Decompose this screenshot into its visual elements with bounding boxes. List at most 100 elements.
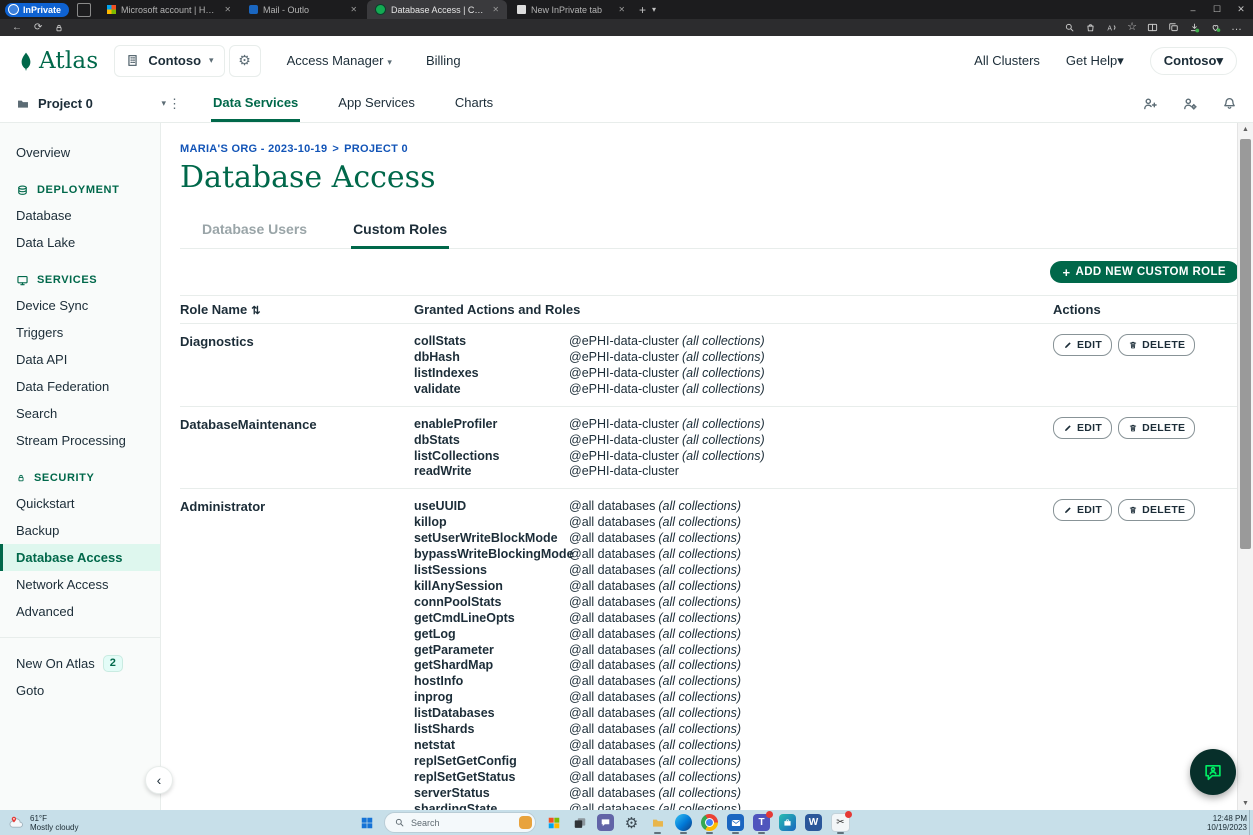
lock-icon [16,473,26,483]
outlook-icon[interactable] [727,814,744,831]
header-link-access-manager[interactable]: Access Manager▾ [287,53,392,68]
sidebar-item-overview[interactable]: Overview [0,139,160,166]
teams-icon[interactable]: T [753,814,770,831]
sidebar-item-data-lake[interactable]: Data Lake [0,229,160,256]
invite-user-icon[interactable] [1142,96,1158,112]
tab-search-caret-icon[interactable]: ▾ [652,5,656,14]
grant-scope: (all collections) [658,770,741,786]
project-menu-icon[interactable]: ⋮ [168,96,181,112]
delete-button[interactable]: DELETE [1118,417,1195,439]
sidebar-item-backup[interactable]: Backup [0,517,160,544]
grant-line: connPoolStats@all databases(all collecti… [414,595,1053,611]
header-link-get-help[interactable]: Get Help▾ [1066,53,1124,69]
sidebar-collapse-button[interactable]: ‹ [145,766,173,794]
edit-button[interactable]: EDIT [1053,334,1112,356]
nav-tab-charts[interactable]: Charts [453,85,495,122]
support-chat-button[interactable] [1190,749,1236,795]
sidebar-item-triggers[interactable]: Triggers [0,319,160,346]
favorites-icon[interactable]: ☆ [1127,22,1137,33]
project-selector[interactable]: Project 0 ▾ [16,96,166,111]
read-aloud-icon[interactable]: A [1106,22,1117,33]
atlas-logo[interactable]: Atlas [16,48,98,74]
browser-tab[interactable]: Database Access | Cloud: Mong✕ [367,0,507,19]
tab-close-icon[interactable]: ✕ [490,5,501,14]
user-settings-icon[interactable] [1182,96,1198,112]
taskbar-search[interactable]: Search [384,812,536,833]
browser-tab[interactable]: Microsoft account | Home✕ [99,0,239,19]
scroll-down-icon[interactable]: ▼ [1238,800,1253,807]
snip-icon[interactable]: ✂ [831,813,850,832]
task-view-icon[interactable] [571,814,588,831]
downloads-icon[interactable] [1189,22,1200,33]
header-link-billing[interactable]: Billing [426,53,461,68]
delete-button[interactable]: DELETE [1118,499,1195,521]
edge-icon[interactable] [675,814,692,831]
site-lock-icon[interactable] [54,23,64,33]
back-icon[interactable]: ← [12,22,22,33]
tab-groups-icon[interactable] [77,3,91,17]
sidebar-item-quickstart[interactable]: Quickstart [0,490,160,517]
sidebar-item-advanced[interactable]: Advanced [0,598,160,625]
scroll-up-icon[interactable]: ▲ [1238,126,1253,133]
browser-tab[interactable]: Mail - Outlo✕ [241,0,365,19]
close-button[interactable]: ✕ [1229,4,1253,15]
nav-tab-data-services[interactable]: Data Services [211,85,300,122]
sidebar-item-search[interactable]: Search [0,400,160,427]
header-link-all-clusters[interactable]: All Clusters [974,53,1040,68]
start-button[interactable] [358,814,375,831]
chat-icon[interactable] [597,814,614,831]
notification-badge [766,811,773,818]
tab-close-icon[interactable]: ✕ [348,5,359,14]
store-icon[interactable] [779,814,796,831]
sidebar-item-goto[interactable]: Goto [0,677,160,704]
maximize-button[interactable]: ☐ [1205,4,1229,15]
sidebar-item-stream-processing[interactable]: Stream Processing [0,427,160,454]
sidebar-item-data-federation[interactable]: Data Federation [0,373,160,400]
add-new-custom-role-button[interactable]: + ADD NEW CUSTOM ROLE [1050,261,1240,283]
page-scrollbar[interactable]: ▲ ▼ [1237,123,1253,810]
collections-icon[interactable] [1168,22,1179,33]
browser-essentials-icon[interactable] [1210,22,1221,33]
tab-custom-roles[interactable]: Custom Roles [351,215,449,249]
widgets-icon[interactable] [545,814,562,831]
sidebar-item-device-sync[interactable]: Device Sync [0,292,160,319]
sidebar-item-database[interactable]: Database [0,202,160,229]
minimize-button[interactable]: – [1181,5,1205,15]
show-desktop-button[interactable] [1249,810,1253,835]
breadcrumb-link[interactable]: PROJECT 0 [344,143,408,155]
new-tab-button[interactable]: + [639,3,646,17]
taskbar-clock[interactable]: 12:48 PM 10/19/2023 [1207,814,1247,832]
refresh-icon[interactable]: ⟳ [34,22,42,33]
header-link-contoso[interactable]: Contoso▾ [1150,47,1237,75]
file-explorer-icon[interactable] [649,814,666,831]
tab-close-icon[interactable]: ✕ [616,5,627,14]
sidebar-item-database-access[interactable]: Database Access [0,544,160,571]
edit-button[interactable]: EDIT [1053,499,1112,521]
role-row-diagnostics: DiagnosticscollStats@ePHI-data-cluster(a… [180,324,1239,407]
taskbar-weather-widget[interactable]: 61°F Mostly cloudy [8,814,78,832]
tab-close-icon[interactable]: ✕ [222,5,233,14]
shopping-icon[interactable] [1085,22,1096,33]
settings-icon[interactable]: ⚙ [623,814,640,831]
sidebar-item-new-on-atlas[interactable]: New On Atlas2 [0,650,160,677]
tab-database-users[interactable]: Database Users [200,215,309,249]
inprivate-badge[interactable]: InPrivate [5,3,69,17]
delete-button[interactable]: DELETE [1118,334,1195,356]
notifications-icon[interactable] [1222,96,1237,111]
column-role-name[interactable]: Role Name⇅ [180,302,414,317]
zoom-in-icon[interactable] [1064,22,1075,33]
word-icon[interactable]: W [805,814,822,831]
sidebar-item-data-api[interactable]: Data API [0,346,160,373]
sort-icon: ⇅ [251,305,260,317]
org-settings-button[interactable]: ⚙ [229,45,261,77]
settings-more-icon[interactable]: … [1231,22,1243,33]
nav-tab-app-services[interactable]: App Services [336,85,417,122]
scrollbar-thumb[interactable] [1240,139,1251,549]
browser-tab[interactable]: New InPrivate tab✕ [509,0,633,19]
sidebar-item-network-access[interactable]: Network Access [0,571,160,598]
split-screen-icon[interactable] [1147,22,1158,33]
breadcrumb-link[interactable]: MARIA'S ORG - 2023-10-19 [180,143,327,155]
org-selector[interactable]: Contoso ▾ [114,45,224,77]
edit-button[interactable]: EDIT [1053,417,1112,439]
chrome-icon[interactable] [701,814,718,831]
